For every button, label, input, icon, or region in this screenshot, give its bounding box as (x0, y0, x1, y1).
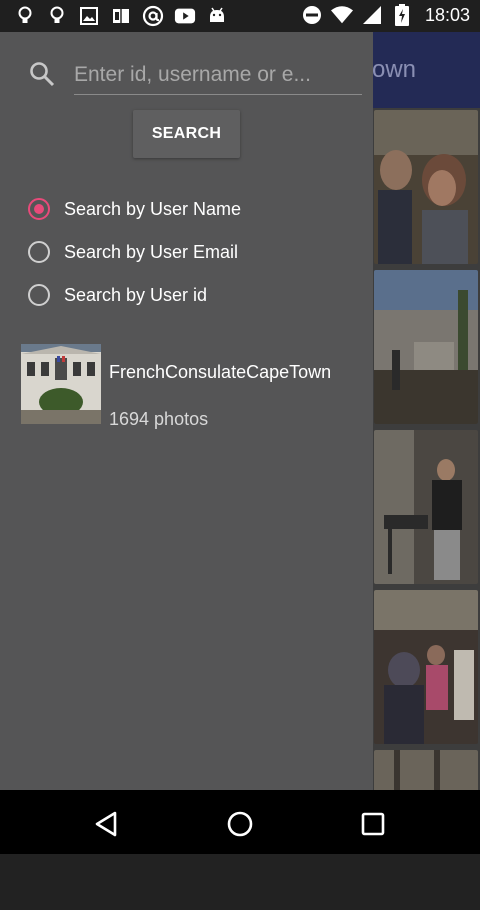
user-result-item[interactable]: FrenchConsulateCapeTown 1694 photos (21, 344, 361, 429)
radio-label: Search by User Name (64, 198, 242, 219)
book-icon (110, 5, 132, 27)
search-input[interactable] (74, 56, 362, 95)
youtube-icon (174, 5, 196, 27)
radio-search-by-username[interactable]: Search by User Name (28, 194, 241, 224)
signal-icon (361, 4, 383, 26)
radio-button[interactable] (28, 284, 50, 306)
bulb-icon (14, 5, 36, 27)
wifi-icon (330, 4, 353, 26)
bulb-icon (46, 5, 68, 27)
photo-thumbnail[interactable] (374, 430, 478, 584)
search-icon (28, 60, 56, 88)
radio-label: Search by User Email (64, 241, 239, 262)
android-icon (206, 5, 228, 27)
radio-search-by-email[interactable]: Search by User Email (28, 237, 238, 267)
user-avatar (21, 344, 101, 424)
search-row (28, 56, 364, 98)
radio-label: Search by User id (64, 284, 208, 305)
user-photo-count: 1694 photos (109, 409, 209, 429)
battery-charging-icon (391, 4, 413, 26)
notification-icons (14, 5, 228, 27)
recents-icon[interactable] (353, 804, 393, 844)
radio-search-by-userid[interactable]: Search by User id (28, 280, 207, 310)
system-nav-bar (0, 790, 480, 854)
photo-thumbnail[interactable] (374, 590, 478, 744)
system-icons: 18:03 (301, 4, 470, 26)
photo-thumbnail[interactable] (374, 110, 478, 264)
image-icon (78, 5, 100, 27)
photo-thumbnail[interactable] (374, 270, 478, 424)
clock: 18:03 (424, 4, 470, 25)
at-icon (142, 5, 164, 27)
navigation-drawer: SEARCH Search by User Name Search by Use… (0, 32, 373, 790)
user-result-name: FrenchConsulateCapeTown (109, 362, 332, 382)
back-icon[interactable] (86, 804, 126, 844)
radio-button-checked[interactable] (28, 198, 50, 220)
home-icon[interactable] (220, 804, 260, 844)
do-not-disturb-icon (301, 4, 323, 26)
status-bar: 18:03 (0, 0, 480, 32)
search-button[interactable]: SEARCH (133, 110, 240, 158)
radio-button[interactable] (28, 241, 50, 263)
app-title: own (372, 56, 417, 83)
